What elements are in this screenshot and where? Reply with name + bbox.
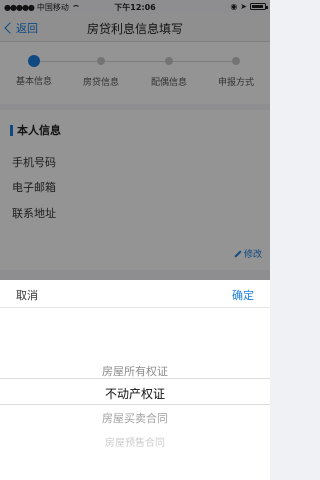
picker-option[interactable]: 房屋买卖合同 (0, 410, 270, 426)
picker-option-selected[interactable]: 不动产权证 (0, 385, 270, 402)
selection-line-bottom (0, 404, 270, 405)
picker-option[interactable]: 房屋所有权证 (0, 363, 270, 379)
picker-toolbar: 取消 确定 (0, 280, 270, 308)
cancel-button[interactable]: 取消 (16, 287, 38, 303)
confirm-button[interactable]: 确定 (232, 287, 254, 303)
document-type-picker: 取消 确定 房屋所有权证 不动产权证 房屋买卖合同 房屋预售合同 (0, 280, 270, 480)
picker-option[interactable]: 房屋预售合同 (0, 434, 270, 449)
